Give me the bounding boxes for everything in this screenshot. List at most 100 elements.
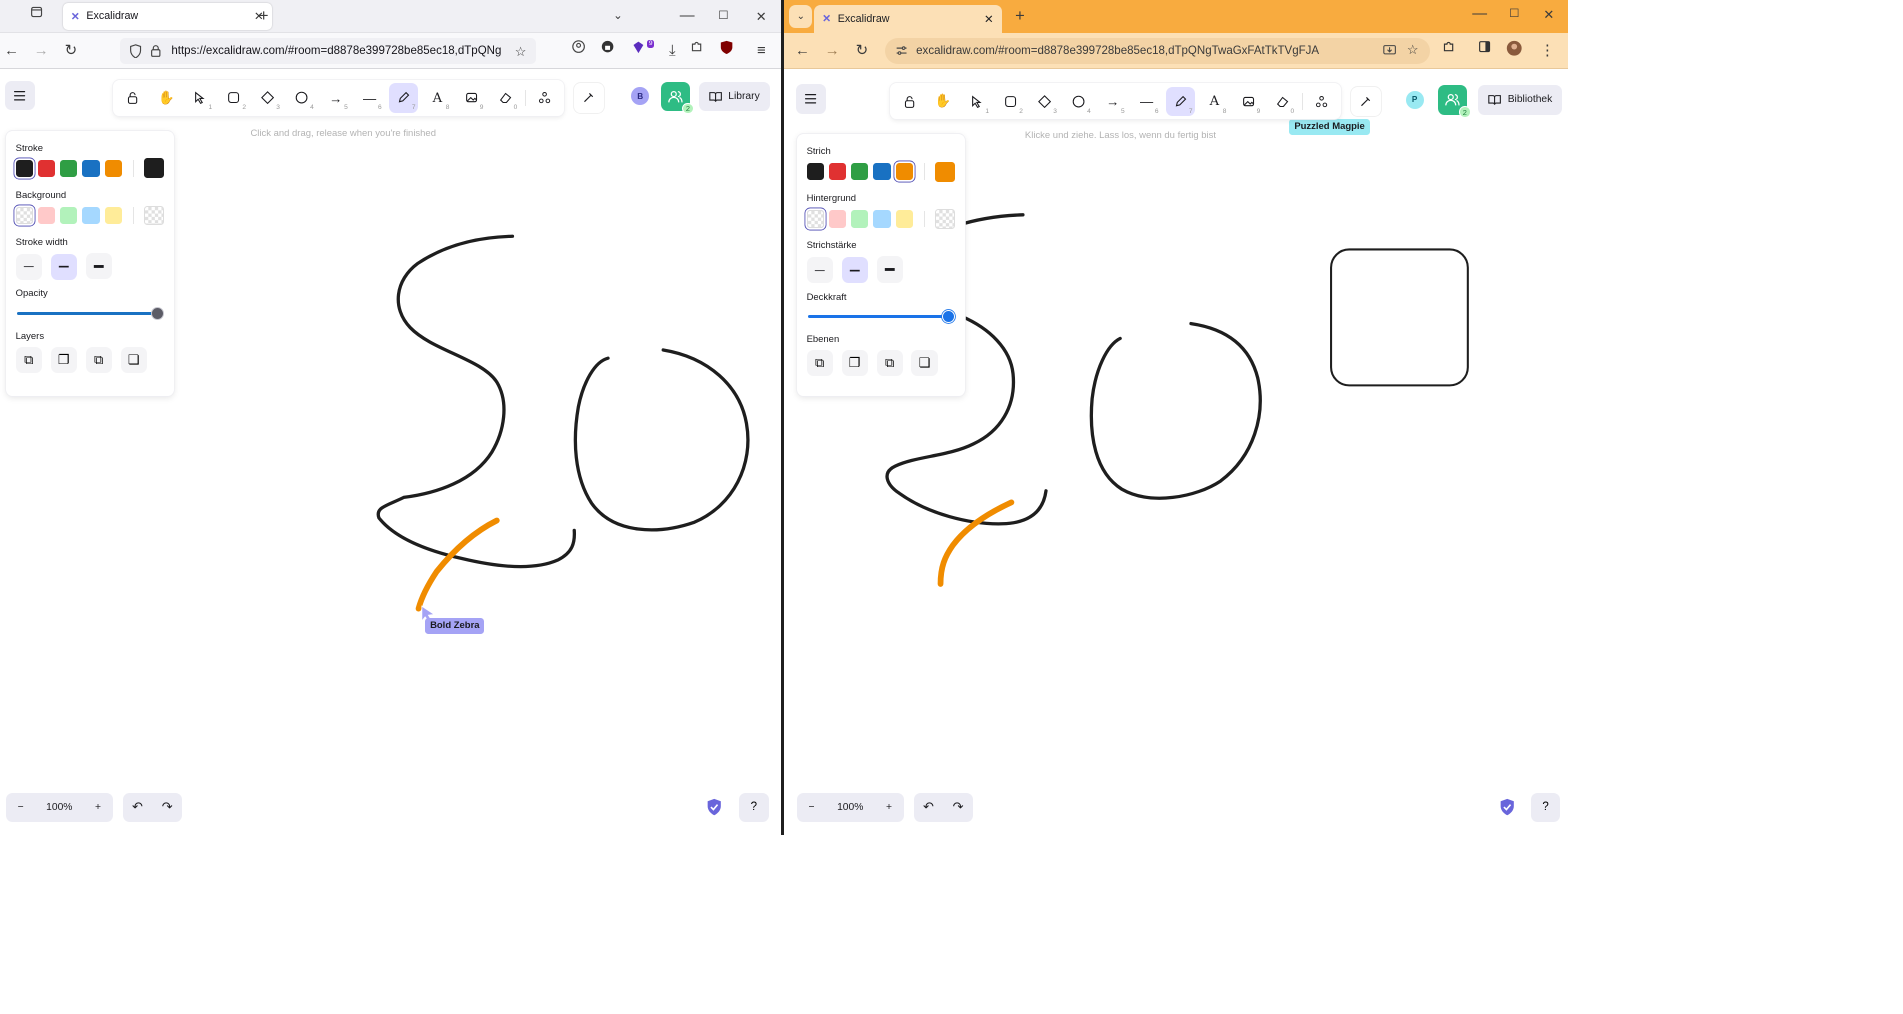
- extensions-icon[interactable]: [1442, 40, 1465, 63]
- stroke-swatch-blue[interactable]: [82, 159, 100, 177]
- current-background-color[interactable]: [144, 205, 164, 226]
- stroke-swatch-green[interactable]: [60, 159, 78, 177]
- tool-image[interactable]: 9: [457, 83, 486, 113]
- new-tab-icon[interactable]: +: [252, 5, 275, 28]
- bookmark-star-icon[interactable]: ☆: [1407, 42, 1419, 58]
- redo-button[interactable]: ↷: [152, 793, 182, 823]
- chrome-tab-excalidraw[interactable]: ✕ Excalidraw ✕: [814, 4, 1002, 33]
- opacity-thumb[interactable]: [150, 306, 164, 320]
- background-swatch-green[interactable]: [60, 206, 78, 225]
- help-button[interactable]: ?: [739, 792, 769, 823]
- tool-laser[interactable]: [1351, 86, 1381, 117]
- background-swatch-yellow[interactable]: [104, 206, 122, 225]
- bring-to-front-button[interactable]: ❏: [911, 349, 938, 377]
- background-swatch-green[interactable]: [851, 210, 869, 228]
- undo-button[interactable]: ↶: [123, 793, 153, 823]
- tool-selection[interactable]: 1: [963, 87, 992, 117]
- background-swatch-pink[interactable]: [37, 206, 56, 225]
- collaborate-button[interactable]: 2: [1437, 84, 1471, 118]
- tool-lock[interactable]: [118, 83, 147, 113]
- library-button[interactable]: Library: [698, 81, 770, 112]
- zoom-out-button[interactable]: −: [797, 793, 827, 823]
- stroke-width-thin[interactable]: [806, 257, 833, 284]
- address-bar[interactable]: https://excalidraw.com/#room=d8878e39972…: [120, 37, 536, 65]
- tool-lock[interactable]: [895, 87, 924, 117]
- tool-image[interactable]: 9: [1234, 87, 1263, 117]
- tool-laser[interactable]: [574, 83, 604, 113]
- site-info-icon[interactable]: [895, 44, 908, 57]
- tool-hand[interactable]: ✋: [152, 83, 181, 113]
- tool-diamond[interactable]: 3: [1030, 87, 1059, 117]
- profile-avatar-icon[interactable]: [1506, 40, 1529, 63]
- tracking-shield-icon[interactable]: [129, 43, 142, 59]
- stroke-width-thin[interactable]: [15, 253, 42, 281]
- tool-ellipse[interactable]: 4: [287, 83, 316, 113]
- tool-extra[interactable]: [530, 83, 559, 113]
- send-to-back-button[interactable]: ⧉: [15, 346, 42, 373]
- stroke-swatch-red[interactable]: [37, 159, 56, 177]
- close-window-icon[interactable]: ✕: [1537, 3, 1560, 26]
- background-swatch-transparent[interactable]: [15, 206, 33, 225]
- current-stroke-color[interactable]: [935, 161, 955, 182]
- tool-rectangle[interactable]: 2: [996, 87, 1025, 117]
- undo-button[interactable]: ↶: [914, 793, 944, 823]
- reload-icon[interactable]: ↻: [850, 40, 873, 63]
- send-backward-button[interactable]: ❐: [50, 346, 77, 373]
- encryption-shield-icon[interactable]: [706, 798, 722, 816]
- main-menu-button[interactable]: [795, 84, 826, 114]
- collaborator-avatar[interactable]: P: [1405, 90, 1424, 109]
- background-swatch-yellow[interactable]: [895, 210, 913, 228]
- tab-search-icon[interactable]: ⌄: [789, 4, 813, 28]
- bring-forward-button[interactable]: ⧉: [85, 346, 112, 373]
- downloads-icon[interactable]: ⤓: [661, 40, 684, 63]
- address-bar[interactable]: excalidraw.com/#room=d8878e399728be85ec1…: [884, 37, 1431, 65]
- maximize-icon[interactable]: ☐: [1503, 3, 1526, 26]
- stroke-swatch-black[interactable]: [15, 159, 33, 177]
- ublock-icon[interactable]: [720, 40, 743, 63]
- forward-icon[interactable]: →: [821, 40, 844, 63]
- new-tab-icon[interactable]: +: [1008, 5, 1031, 28]
- side-panel-icon[interactable]: [1478, 40, 1501, 63]
- zoom-level[interactable]: 100%: [35, 793, 83, 823]
- opacity-slider[interactable]: [807, 308, 955, 326]
- tool-diamond[interactable]: 3: [253, 83, 282, 113]
- zoom-level[interactable]: 100%: [826, 793, 874, 823]
- extensions-icon[interactable]: [690, 40, 713, 63]
- tool-line[interactable]: —6: [355, 83, 384, 113]
- current-stroke-color[interactable]: [144, 158, 164, 179]
- bring-forward-button[interactable]: ⧉: [876, 349, 903, 377]
- forward-icon[interactable]: →: [30, 40, 53, 63]
- menu-hamburger-icon[interactable]: ≡: [750, 40, 773, 63]
- minimize-icon[interactable]: —: [1468, 3, 1491, 26]
- tool-eraser[interactable]: 0: [491, 83, 520, 113]
- tool-pencil[interactable]: 7: [1165, 86, 1195, 117]
- close-tab-icon[interactable]: ✕: [984, 12, 994, 26]
- stroke-swatch-red[interactable]: [828, 162, 847, 181]
- more-menu-icon[interactable]: ⋮: [1536, 40, 1559, 63]
- back-icon[interactable]: ←: [791, 40, 814, 63]
- library-button[interactable]: Bibliothek: [1478, 84, 1563, 115]
- background-swatch-transparent[interactable]: [806, 210, 824, 228]
- account-icon[interactable]: [572, 39, 595, 63]
- background-swatch-pink[interactable]: [828, 210, 847, 228]
- stroke-swatch-green[interactable]: [851, 162, 869, 181]
- back-icon[interactable]: ←: [0, 40, 23, 63]
- tool-arrow[interactable]: → 5: [1098, 87, 1127, 117]
- help-button[interactable]: ?: [1530, 792, 1561, 823]
- stroke-swatch-orange[interactable]: [895, 162, 913, 181]
- zoom-in-button[interactable]: +: [83, 793, 113, 823]
- opacity-thumb[interactable]: [941, 310, 955, 324]
- excalidraw-canvas[interactable]: Bold Zebra ✋ 1 2 3 4 → 5 —6 7 A8 9 0 B 2…: [0, 69, 782, 836]
- lock-icon[interactable]: [150, 44, 162, 57]
- tool-hand[interactable]: ✋: [929, 87, 958, 117]
- zoom-in-button[interactable]: +: [874, 793, 904, 823]
- stroke-swatch-blue[interactable]: [873, 162, 891, 181]
- close-window-icon[interactable]: ✕: [750, 5, 773, 28]
- reload-icon[interactable]: ↻: [59, 40, 82, 63]
- extension-puzzle-purple-icon[interactable]: 9: [631, 39, 655, 63]
- stroke-width-bold[interactable]: [50, 253, 77, 281]
- encryption-shield-icon[interactable]: [1499, 798, 1515, 816]
- tool-rectangle[interactable]: 2: [220, 83, 249, 113]
- list-all-tabs-icon[interactable]: [30, 5, 53, 28]
- collaborate-button[interactable]: 2: [660, 81, 694, 115]
